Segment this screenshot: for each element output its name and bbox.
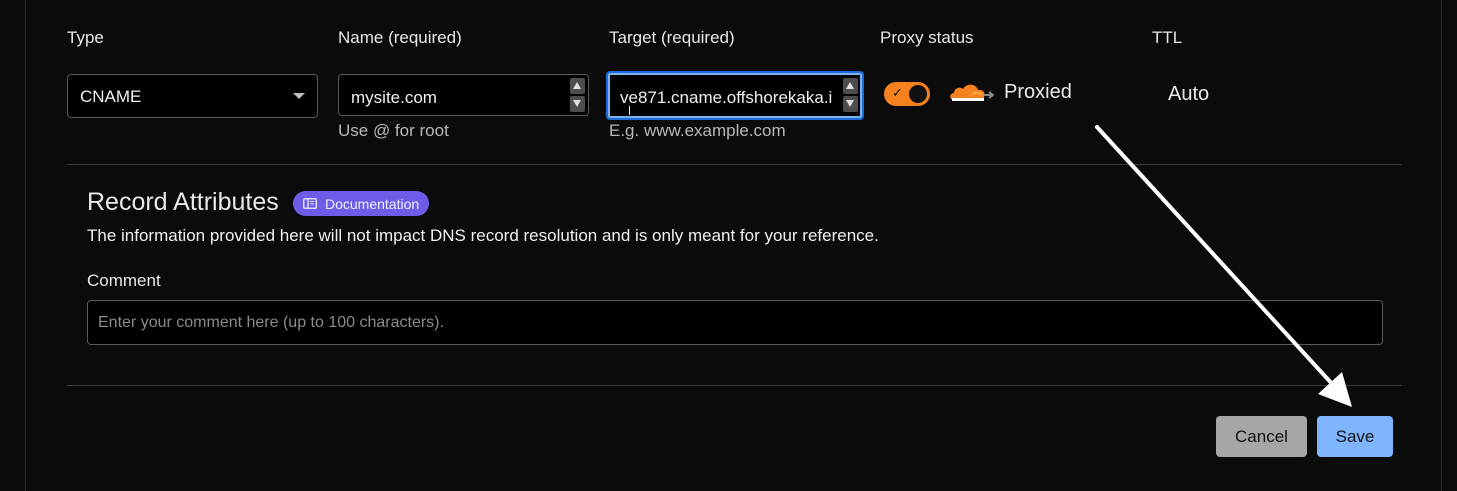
target-input-value: ve871.cname.offshorekaka.i <box>620 88 833 107</box>
target-label: Target (required) <box>609 28 735 47</box>
comment-input[interactable] <box>87 300 1383 345</box>
chevron-down-icon <box>293 93 305 99</box>
type-label: Type <box>67 28 104 47</box>
comment-label: Comment <box>87 271 161 290</box>
spin-down-icon[interactable] <box>843 96 858 112</box>
name-label: Name (required) <box>338 28 462 47</box>
name-input-spinner[interactable] <box>570 78 585 112</box>
check-icon: ✓ <box>892 85 903 100</box>
spin-up-icon[interactable] <box>570 78 585 94</box>
section-title: Record Attributes <box>87 188 279 216</box>
ttl-label: TTL <box>1152 28 1183 47</box>
documentation-link[interactable]: Documentation <box>293 191 430 216</box>
text-cursor <box>629 106 630 115</box>
divider <box>67 385 1402 386</box>
documentation-label: Documentation <box>325 195 420 212</box>
type-select-value: CNAME <box>80 87 142 106</box>
target-hint: E.g. www.example.com <box>609 121 786 140</box>
section-description: The information provided here will not i… <box>87 226 879 245</box>
cloudflare-cloud-icon <box>950 84 994 101</box>
spin-up-icon[interactable] <box>843 78 858 94</box>
name-input-value: mysite.com <box>351 88 437 107</box>
proxy-toggle[interactable]: ✓ <box>884 82 930 106</box>
type-select[interactable]: CNAME <box>67 74 318 118</box>
spin-down-icon[interactable] <box>570 96 585 112</box>
divider <box>67 164 1402 165</box>
ttl-value: Auto <box>1168 83 1210 105</box>
target-input[interactable]: ve871.cname.offshorekaka.i <box>606 71 864 120</box>
target-input-spinner[interactable] <box>843 78 858 112</box>
cancel-button[interactable]: Cancel <box>1216 416 1307 457</box>
dns-record-form: Type Name (required) Target (required) P… <box>25 0 1442 491</box>
save-button[interactable]: Save <box>1317 416 1393 457</box>
book-icon <box>303 198 317 209</box>
toggle-knob <box>909 85 927 103</box>
name-input[interactable]: mysite.com <box>338 74 589 116</box>
proxy-status-value: Proxied <box>1004 81 1072 103</box>
name-hint: Use @ for root <box>338 121 449 140</box>
proxy-status-label: Proxy status <box>880 28 974 47</box>
